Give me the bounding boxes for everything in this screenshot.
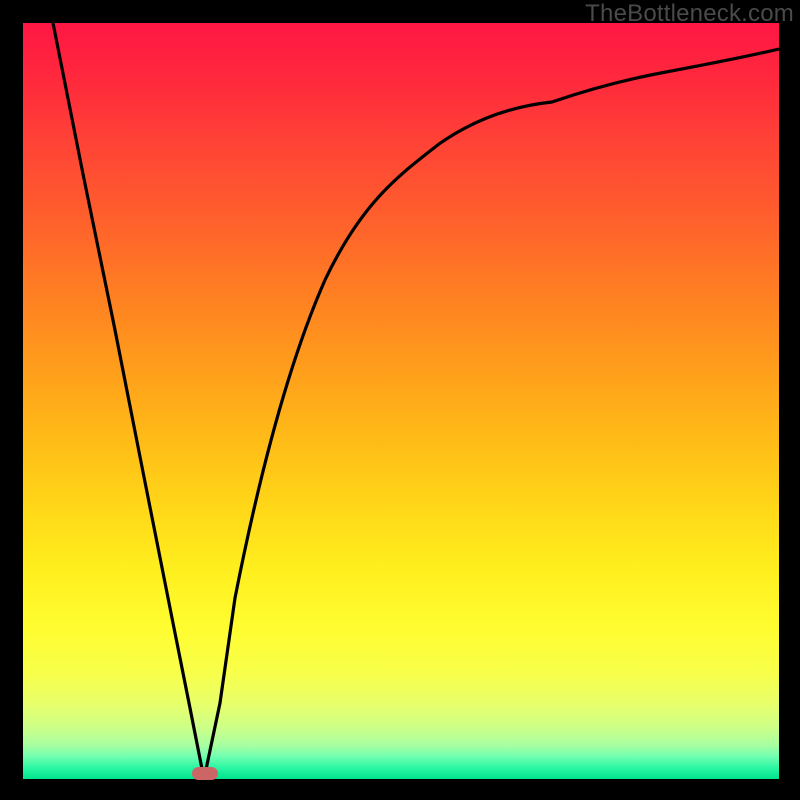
bottleneck-curve <box>53 23 779 779</box>
optimal-marker <box>192 767 218 780</box>
curve-layer <box>23 23 779 779</box>
watermark-text: TheBottleneck.com <box>585 0 794 28</box>
plot-area <box>23 23 779 779</box>
chart-frame: TheBottleneck.com <box>0 0 800 800</box>
